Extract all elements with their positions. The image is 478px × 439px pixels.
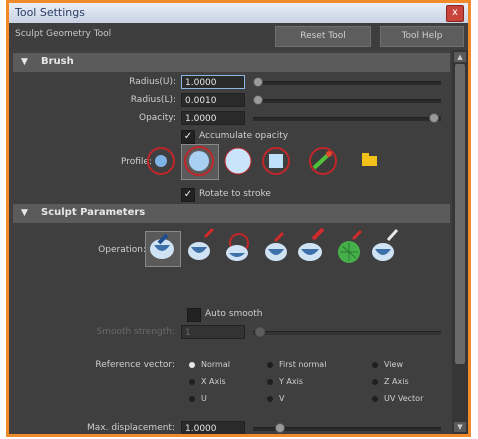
reference-first-normal-label: First normal — [279, 360, 327, 369]
smooth-strength-field[interactable]: 1 — [181, 325, 245, 339]
rotate-to-stroke-label: Rotate to stroke — [199, 189, 271, 199]
reference-uv-vector-radio[interactable] — [372, 396, 378, 402]
reference-x-axis-label: X Axis — [201, 377, 226, 386]
paint-icon[interactable] — [372, 228, 399, 261]
auto-smooth-label: Auto smooth — [205, 309, 263, 319]
reset-tool-button[interactable]: Reset Tool — [275, 26, 371, 47]
scrollbar-thumb[interactable] — [455, 64, 465, 364]
relax-icon[interactable] — [265, 231, 287, 261]
erase-icon[interactable] — [338, 229, 363, 263]
tool-settings-window: Tool Settings x Sculpt Geometry Tool Res… — [9, 3, 468, 434]
pinch-icon[interactable] — [298, 227, 325, 261]
window-frame: Tool Settings x Sculpt Geometry Tool Res… — [6, 0, 471, 437]
smooth-strength-slider[interactable] — [253, 331, 441, 335]
smooth-strength-slider-handle[interactable] — [255, 327, 265, 337]
reference-uv-vector-label: UV Vector — [384, 394, 424, 403]
close-button[interactable]: x — [446, 5, 464, 22]
folder-icon[interactable] — [362, 153, 377, 166]
scroll-up-arrow-icon[interactable]: ▲ — [454, 52, 466, 62]
tool-header: Sculpt Geometry Tool Reset Tool Tool Hel… — [9, 23, 468, 50]
sculpt-parameters-section-label: Sculpt Parameters — [41, 207, 146, 218]
reference-vector-label: Reference vector: — [95, 360, 175, 370]
reference-y-axis-radio[interactable] — [267, 379, 273, 385]
title-bar[interactable]: Tool Settings x — [9, 3, 468, 23]
collapse-arrow-icon[interactable]: ▼ — [21, 208, 28, 218]
rotate-to-stroke-checkbox[interactable]: ✓ — [181, 188, 195, 202]
reference-view-radio[interactable] — [372, 362, 378, 368]
reference-normal-radio[interactable] — [189, 362, 195, 368]
reference-y-axis-label: Y Axis — [279, 377, 304, 386]
pull-icon[interactable] — [188, 227, 215, 260]
max-displacement-slider-handle[interactable] — [275, 423, 285, 433]
soft-brush-icon[interactable] — [147, 147, 175, 175]
browse-brush-icon[interactable] — [309, 147, 337, 175]
operation-icons — [150, 227, 399, 263]
sculpt-parameters-section-header[interactable]: ▼ Sculpt Parameters — [13, 204, 450, 223]
window-title: Tool Settings — [15, 6, 85, 19]
tool-help-button[interactable]: Tool Help — [380, 26, 464, 47]
reference-first-normal-radio[interactable] — [267, 362, 273, 368]
settings-panel: ▼ Brush Radius(U): 1.0000 Radius(L): 0.0… — [9, 50, 452, 434]
max-displacement-label: Max. displacement: — [86, 423, 175, 433]
reference-v-radio[interactable] — [267, 396, 273, 402]
reference-v-label: V — [279, 394, 285, 403]
reference-normal-label: Normal — [201, 360, 230, 369]
scroll-down-arrow-icon[interactable]: ▼ — [454, 422, 466, 432]
reference-u-label: U — [201, 394, 207, 403]
max-displacement-field[interactable]: 1.0000 — [181, 421, 245, 434]
push-icon[interactable] — [150, 233, 174, 259]
reference-view-label: View — [384, 360, 403, 369]
vertical-scrollbar[interactable]: ▲ ▼ — [452, 50, 468, 434]
gaussian-brush-icon[interactable] — [184, 146, 214, 176]
auto-smooth-checkbox[interactable] — [187, 308, 201, 322]
profile-icons — [147, 146, 377, 176]
smooth-strength-label: Smooth strength: — [96, 327, 175, 337]
reference-x-axis-radio[interactable] — [189, 379, 195, 385]
reference-z-axis-radio[interactable] — [372, 379, 378, 385]
tool-name: Sculpt Geometry Tool — [15, 29, 112, 39]
smooth-icon[interactable] — [226, 233, 249, 261]
reference-u-radio[interactable] — [189, 396, 195, 402]
reference-z-axis-label: Z Axis — [384, 377, 409, 386]
solid-brush-icon[interactable] — [224, 147, 252, 175]
square-brush-icon[interactable] — [262, 147, 290, 175]
